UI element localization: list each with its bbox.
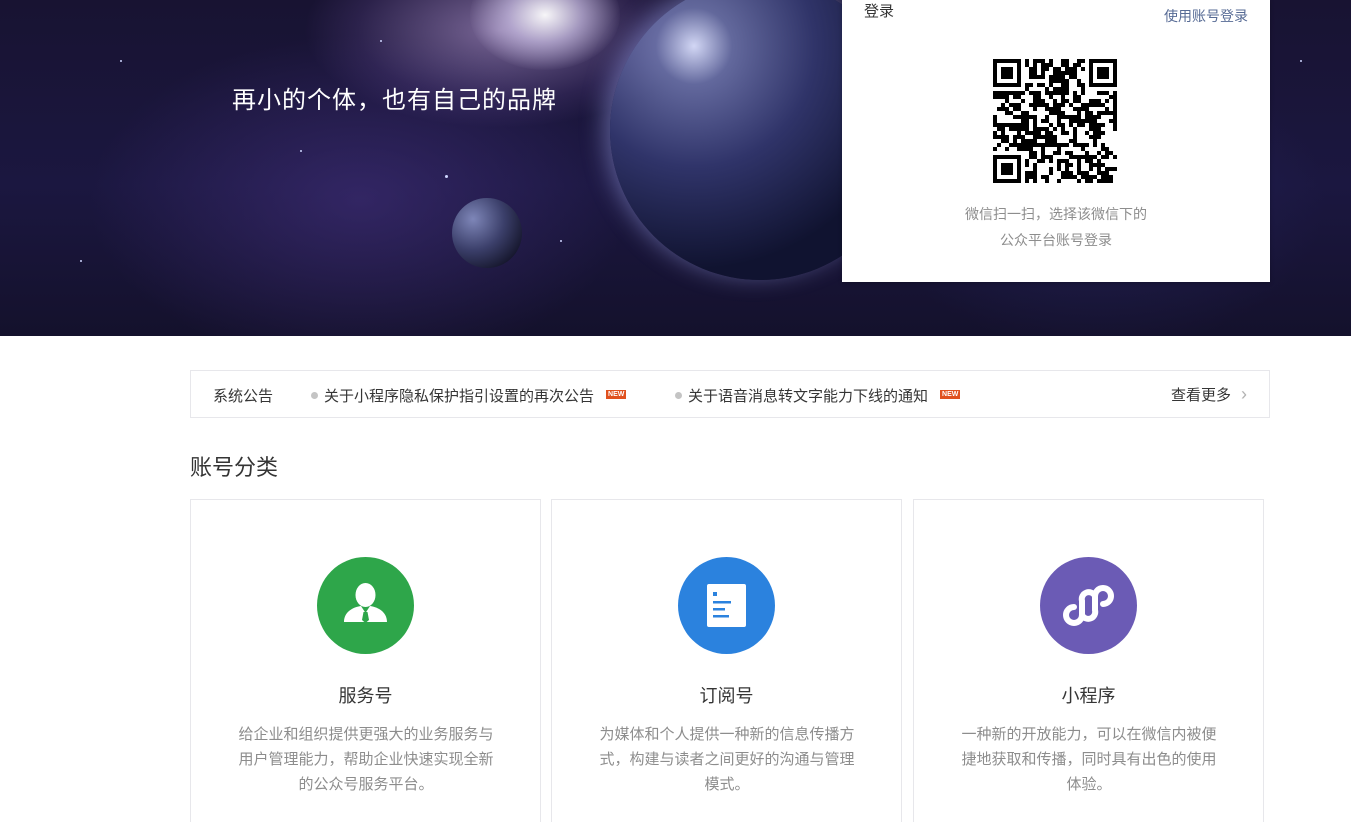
qr-code [993, 59, 1117, 183]
card-description: 为媒体和个人提供一种新的信息传播方式，构建与读者之间更好的沟通与管理模式。 [599, 726, 855, 793]
section-title: 账号分类 [190, 455, 279, 480]
account-login-link[interactable]: 使用账号登录 [1164, 6, 1248, 26]
bullet-dot [675, 391, 682, 399]
chevron-right-icon: › [1241, 384, 1247, 404]
card-title: 订阅号 [699, 686, 754, 706]
view-more-link[interactable]: 查看更多 › [1171, 384, 1247, 405]
card-description: 一种新的开放能力，可以在微信内被便捷地获取和传播，同时具有出色的使用体验。 [961, 726, 1217, 793]
new-badge: NEW [606, 389, 627, 399]
bullet-dot [311, 391, 318, 399]
card-service-account[interactable]: 服务号 给企业和组织提供更强大的业务服务与用户管理能力，帮助企业快速实现全新的公… [190, 499, 541, 822]
star [120, 60, 122, 62]
card-description: 给企业和组织提供更强大的业务服务与用户管理能力，帮助企业快速实现全新的公众号服务… [238, 726, 494, 793]
qr-hint-line: 微信扫一扫，选择该微信下的 [965, 206, 1147, 222]
star [80, 260, 82, 262]
view-more-label: 查看更多 [1170, 387, 1231, 404]
star [380, 40, 382, 42]
notice-text: 关于语音消息转文字能力下线的通知 [688, 388, 929, 405]
qr-hint-line: 公众平台账号登录 [1000, 232, 1112, 248]
notice-bar: 系统公告 关于小程序隐私保护指引设置的再次公告 NEW 关于语音消息转文字能力下线… [190, 370, 1270, 418]
notice-title: 系统公告 [213, 388, 274, 405]
login-title: 登录 [864, 3, 895, 20]
star [1300, 60, 1302, 62]
star [300, 150, 302, 152]
notice-item[interactable]: 关于语音消息转文字能力下线的通知 NEW [675, 385, 961, 406]
star [560, 240, 562, 242]
qr-hint: 微信扫一扫，选择该微信下的 公众平台账号登录 [842, 201, 1270, 253]
star [445, 175, 448, 178]
card-title: 小程序 [1061, 686, 1116, 706]
card-title: 服务号 [338, 686, 393, 706]
new-badge: NEW [940, 389, 961, 399]
moon-image [452, 198, 522, 268]
hero-slogan: 再小的个体，也有自己的品牌 [232, 87, 557, 114]
notice-item[interactable]: 关于小程序隐私保护指引设置的再次公告 NEW [311, 385, 627, 406]
login-panel: 登录 使用账号登录 微信扫一扫，选择该微信下的 公众平台账号登录 [842, 0, 1270, 282]
document-icon [678, 557, 775, 654]
mini-program-icon [1040, 557, 1137, 654]
person-icon [317, 557, 414, 654]
card-subscription-account[interactable]: 订阅号 为媒体和个人提供一种新的信息传播方式，构建与读者之间更好的沟通与管理模式… [551, 499, 902, 822]
nebula-glow [470, 0, 620, 70]
notice-text: 关于小程序隐私保护指引设置的再次公告 [324, 388, 595, 405]
card-mini-program[interactable]: 小程序 一种新的开放能力，可以在微信内被便捷地获取和传播，同时具有出色的使用体验… [913, 499, 1264, 822]
